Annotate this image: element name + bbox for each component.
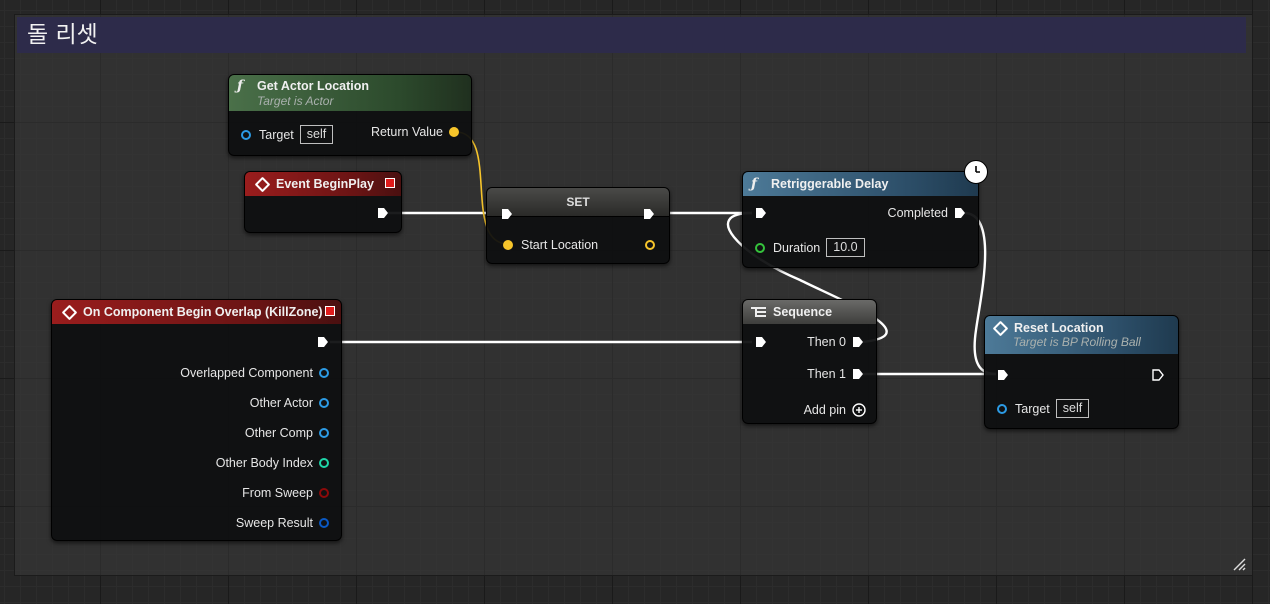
object-pin-icon[interactable] (319, 428, 329, 438)
node-title: SET (566, 195, 590, 209)
node-header: Reset Location Target is BP Rolling Ball (985, 316, 1178, 354)
resize-grip-icon[interactable] (1232, 557, 1246, 571)
return-value-pin[interactable]: Return Value (371, 125, 459, 139)
delegate-pin-icon[interactable] (385, 178, 395, 188)
then1-pin[interactable]: Then 1 (807, 367, 864, 381)
add-pin-label: Add pin (803, 403, 846, 417)
exec-out-pin-icon[interactable] (954, 207, 966, 219)
pin-label: Start Location (521, 238, 599, 252)
node-set[interactable]: SET Start Location (486, 187, 670, 264)
vector-pin-icon[interactable] (503, 240, 513, 250)
duration-pin[interactable]: Duration 10.0 (755, 238, 865, 257)
pin-label: Other Comp (244, 426, 313, 440)
vector-out-pin-icon[interactable] (645, 240, 655, 250)
exec-out-pin-icon[interactable] (1152, 369, 1164, 381)
pin-label: Duration (773, 240, 821, 255)
pin-label: Other Actor (249, 396, 313, 410)
pin-label: Target (259, 127, 294, 142)
node-title: Get Actor Location (257, 79, 370, 93)
node-header: On Component Begin Overlap (KillZone) (52, 300, 341, 324)
sequence-icon (751, 307, 766, 317)
target-pin[interactable]: Target self (997, 399, 1090, 418)
pin-label: Sweep Result (235, 516, 313, 530)
exec-out-pin-icon[interactable] (852, 336, 864, 348)
delegate-pin-icon[interactable] (325, 306, 335, 316)
int-pin-icon[interactable] (319, 458, 329, 468)
duration-field[interactable]: 10.0 (826, 238, 865, 257)
pin-label: Target (1015, 401, 1050, 416)
node-title: Sequence (773, 305, 833, 319)
exec-pin-icon[interactable] (377, 207, 389, 219)
function-icon: ƒ (751, 176, 758, 192)
event-icon (992, 320, 1009, 336)
clock-icon (964, 160, 988, 184)
object-pin-icon[interactable] (241, 129, 251, 140)
float-pin-icon[interactable] (755, 242, 765, 253)
comment-title[interactable]: 돌 리셋 (17, 17, 1246, 53)
node-title: Reset Location (1014, 321, 1104, 335)
other-comp-pin[interactable]: Other Comp (245, 426, 329, 440)
exec-out-pin-icon[interactable] (643, 208, 655, 220)
node-header: Event BeginPlay (245, 172, 401, 196)
node-title: Retriggerable Delay (771, 177, 889, 191)
other-body-index-pin[interactable]: Other Body Index (216, 456, 329, 470)
exec-in-pin-icon[interactable] (501, 208, 513, 220)
node-header: ƒ Get Actor Location Target is Actor (229, 75, 471, 111)
node-header: SET (487, 188, 669, 217)
node-header: Sequence (743, 300, 876, 324)
exec-out-pin-icon[interactable] (317, 336, 329, 348)
function-icon: ƒ (237, 78, 244, 94)
node-subtitle: Target is Actor (257, 94, 334, 108)
target-pin[interactable]: Target self (241, 125, 334, 144)
sweep-result-pin[interactable]: Sweep Result (236, 516, 329, 530)
pin-label: Then 1 (807, 367, 846, 381)
node-begin-overlap[interactable]: On Component Begin Overlap (KillZone) Ov… (51, 299, 342, 541)
pin-label: Other Body Index (215, 456, 313, 470)
node-sequence[interactable]: Sequence Then 0 Then 1 Add pin (742, 299, 877, 424)
event-icon (254, 176, 271, 192)
node-title: Event BeginPlay (276, 177, 374, 191)
node-reset-location[interactable]: Reset Location Target is BP Rolling Ball… (984, 315, 1179, 429)
node-retriggerable-delay[interactable]: ƒ Retriggerable Delay Completed Duration… (742, 171, 979, 268)
exec-out-pin-icon[interactable] (852, 368, 864, 380)
event-icon (61, 304, 78, 320)
node-title: On Component Begin Overlap (KillZone) (83, 305, 323, 319)
from-sweep-pin[interactable]: From Sweep (242, 486, 329, 500)
exec-in-pin-icon[interactable] (755, 336, 767, 348)
other-actor-pin[interactable]: Other Actor (250, 396, 329, 410)
pin-label: Overlapped Component (180, 366, 313, 380)
object-pin-icon[interactable] (997, 403, 1007, 414)
completed-pin[interactable]: Completed (888, 206, 966, 220)
add-pin-button[interactable]: Add pin (804, 403, 866, 417)
then0-pin[interactable]: Then 0 (807, 335, 864, 349)
add-pin-icon[interactable] (852, 403, 866, 417)
object-pin-icon[interactable] (319, 368, 329, 378)
pin-label: Completed (887, 206, 948, 220)
exec-in-pin-icon[interactable] (755, 207, 767, 219)
overlapped-component-pin[interactable]: Overlapped Component (180, 366, 329, 380)
bool-pin-icon[interactable] (319, 488, 329, 498)
exec-in-pin-icon[interactable] (997, 369, 1009, 381)
pin-label: Return Value (370, 125, 443, 139)
node-subtitle: Target is BP Rolling Ball (1013, 335, 1141, 349)
pin-label: Then 0 (807, 335, 846, 349)
target-default-field[interactable]: self (299, 125, 334, 144)
node-get-actor-location[interactable]: ƒ Get Actor Location Target is Actor Targ… (228, 74, 472, 156)
start-location-pin[interactable]: Start Location (503, 238, 598, 252)
struct-pin-icon[interactable] (319, 518, 329, 528)
vector-pin-icon[interactable] (449, 127, 459, 137)
object-pin-icon[interactable] (319, 398, 329, 408)
node-event-beginplay[interactable]: Event BeginPlay (244, 171, 402, 233)
node-header: ƒ Retriggerable Delay (743, 172, 978, 196)
pin-label: From Sweep (242, 486, 313, 500)
target-default-field[interactable]: self (1055, 399, 1090, 418)
